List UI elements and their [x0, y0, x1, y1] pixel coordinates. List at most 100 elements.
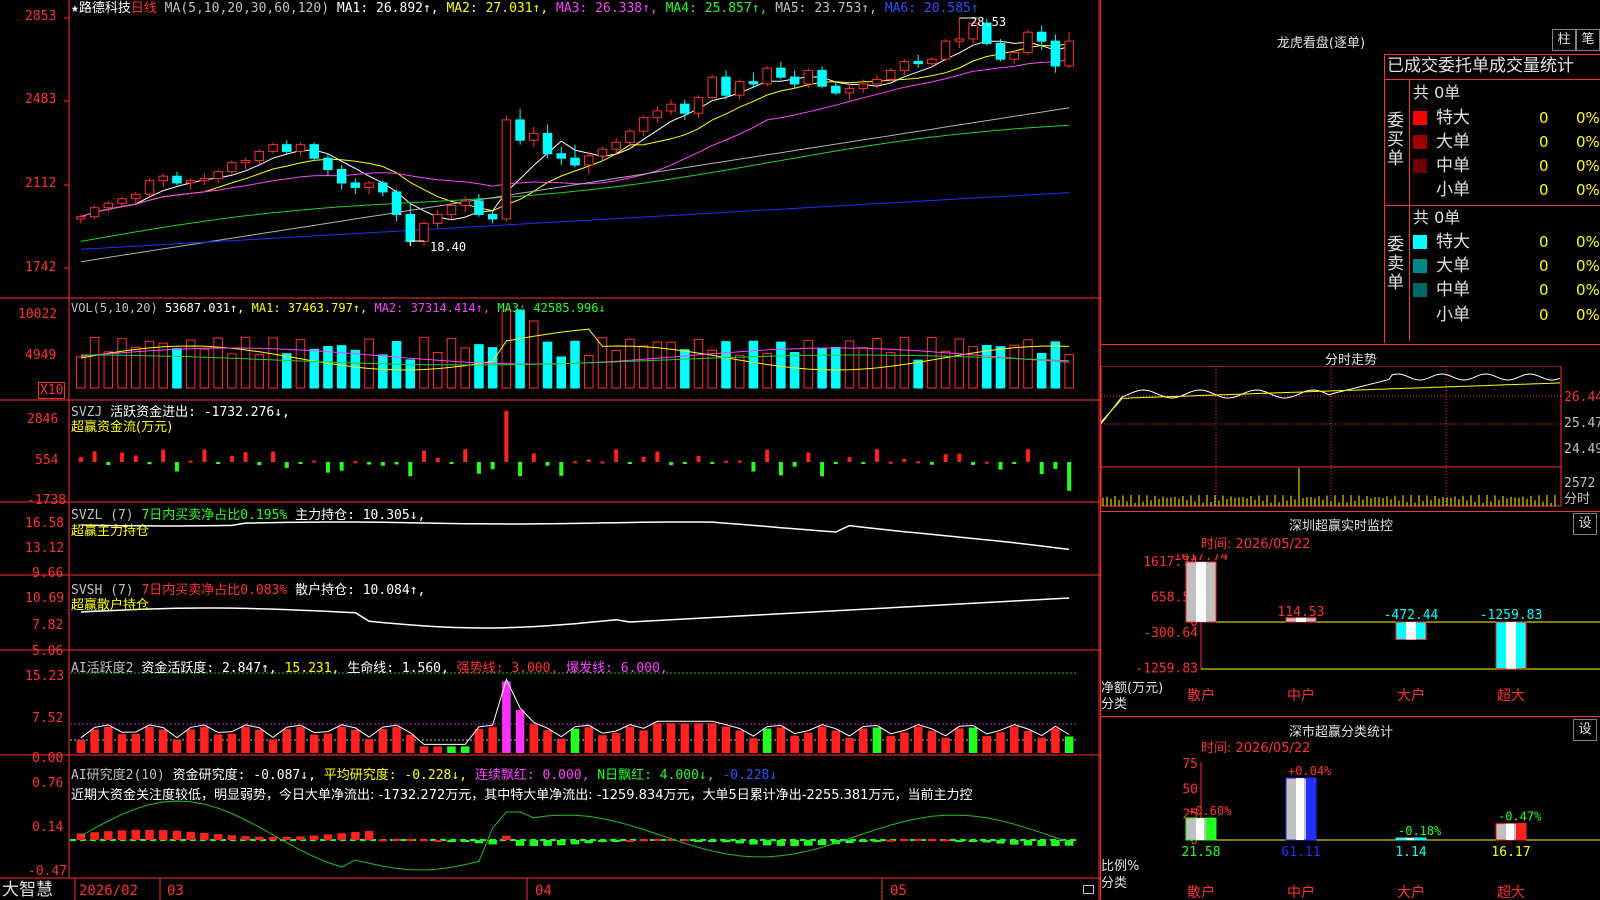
candle [666, 99, 676, 116]
ai-research-avg: 平均研究度: -0.228↓, [323, 768, 468, 783]
ai-research-bar [1051, 840, 1060, 846]
sell-orders-label: 委卖单 [1387, 235, 1404, 293]
svzj-bar [929, 462, 934, 465]
ai-activity-burst: 爆发线: 6.000, [566, 661, 668, 676]
volume-bar [487, 347, 498, 389]
sz-monitor-settings-button[interactable]: 设 [1573, 513, 1597, 535]
ai-activity-y-label-2: 7.52 [32, 711, 64, 726]
ai-research-bar [447, 840, 456, 842]
monitor-category-label: 散户 [1187, 687, 1215, 704]
ai-activity-bar [653, 723, 662, 753]
ai-activity-bar [886, 735, 895, 753]
ai-research-bar [419, 839, 429, 842]
period-label[interactable]: 日线 [131, 1, 157, 16]
ai-activity-bar [433, 746, 442, 753]
buy-row-xl-count: 0 [1539, 109, 1549, 127]
sell-row-l-pct: 0% [1576, 257, 1600, 275]
buy-row-m-count: 0 [1539, 157, 1549, 175]
ai-activity-bar [927, 730, 937, 753]
ai-activity-bar [117, 734, 127, 753]
intraday-chart-svg[interactable] [1101, 366, 1600, 511]
monitor-category-label: 中户 [1287, 687, 1315, 704]
main-y-label-2: 2483 [25, 92, 57, 107]
vol-title-row: VOL(5,10,20) 53687.031↑, MA1: 37463.797↑… [71, 301, 606, 315]
svzj-bar [325, 462, 330, 473]
volume-bar [281, 353, 292, 389]
main-title-row: ★路德科技日线 MA(5,10,20,30,60,120) MA1: 26.89… [71, 1, 979, 16]
candle [638, 115, 649, 136]
axis-month-1: 03 [167, 883, 184, 899]
candle-body [1050, 40, 1061, 67]
class-bar-highlight [1196, 818, 1204, 840]
ai-research-bar [1023, 840, 1033, 846]
candle-body [227, 162, 237, 173]
axis-month-3: 05 [890, 883, 907, 899]
candle-body [858, 83, 869, 89]
chart-area[interactable]: ★路德科技日线 MA(5,10,20,30,60,120) MA1: 26.89… [0, 0, 1100, 900]
candle-body [213, 171, 223, 179]
candle [131, 191, 141, 204]
ai-activity-y-label-1: 15.23 [25, 669, 65, 684]
candle [103, 200, 114, 213]
svzl-ratio: 7日内买卖净占比0.195% [141, 508, 288, 523]
sz-monitor-title: 深圳超赢实时监控 [1288, 519, 1393, 534]
candle [556, 146, 567, 165]
candle [460, 196, 470, 213]
ai-research-bar [776, 840, 786, 846]
volume-bar [885, 351, 896, 389]
ai-research-bar [323, 834, 333, 840]
ai-activity-bar [392, 727, 401, 753]
intraday-price-3: 24.49 [1564, 442, 1600, 457]
candle-body [1064, 40, 1074, 67]
candle [144, 178, 155, 197]
right-panel: 龙虎看盘(逐单) 柱 笔 已成交委托单成交量统计 委买单 委卖单 共 0单 共 … [1100, 0, 1600, 900]
volume-bar [693, 338, 704, 389]
lock-icon[interactable] [1083, 885, 1094, 894]
monitor-bar-label: 1617.74 [1174, 554, 1229, 564]
candle [391, 189, 402, 222]
bar-mode-button[interactable]: 柱 [1552, 29, 1576, 51]
sz-class-settings-button[interactable]: 设 [1573, 719, 1597, 741]
svzj-bar [271, 451, 276, 462]
candle-body [542, 132, 553, 155]
sell-total: 共 0单 [1413, 208, 1461, 227]
volume-bar [419, 336, 429, 389]
dragon-tiger-title: 龙虎看盘(逐单) [1276, 36, 1366, 51]
candle-body [666, 103, 676, 112]
monitor-y-label: -1259.83 [1135, 662, 1198, 677]
ai-research-bar [255, 836, 264, 840]
candle [487, 209, 498, 224]
candle [954, 18, 965, 48]
ai-activity-bar [762, 728, 772, 753]
svzj-bar [243, 452, 248, 462]
monitor-bar-2 [1395, 621, 1427, 641]
ai-activity-bar [309, 734, 319, 753]
svzj-bar [133, 455, 138, 462]
ai-research-bar [886, 839, 895, 842]
volume-bar [638, 345, 649, 389]
candle [240, 158, 251, 170]
ai-research-bar [488, 840, 497, 845]
volume-bar [432, 352, 443, 389]
sz-monitor-chart-svg: 1617.74658.550-300.64-1259.831617.74散户11… [1135, 554, 1600, 704]
pen-mode-button[interactable]: 笔 [1576, 29, 1600, 51]
candle [1023, 29, 1033, 55]
monitor-bar-3 [1495, 621, 1527, 670]
ai-research-value: 资金研究度: -0.087↓, [172, 768, 316, 783]
ai-research-bar [804, 840, 813, 846]
volume-bar [529, 320, 539, 389]
vol-y-label-2: 4949 [25, 348, 57, 363]
ai-research-bar [117, 830, 127, 840]
ai-activity-bar [790, 735, 799, 753]
class-value-label: 61.11 [1281, 845, 1320, 860]
ai-research-bar [557, 840, 566, 846]
ma-params: MA(5,10,20,30,60,120) [164, 1, 330, 16]
candle [89, 205, 100, 219]
candle [295, 142, 306, 156]
svzj-bar [202, 449, 207, 462]
candle-body [721, 76, 731, 96]
ma6-value: MA6: 20.585↑ [884, 1, 979, 16]
kline-chart-svg[interactable] [0, 0, 1100, 900]
candle [199, 173, 210, 186]
candle-body [831, 85, 841, 94]
